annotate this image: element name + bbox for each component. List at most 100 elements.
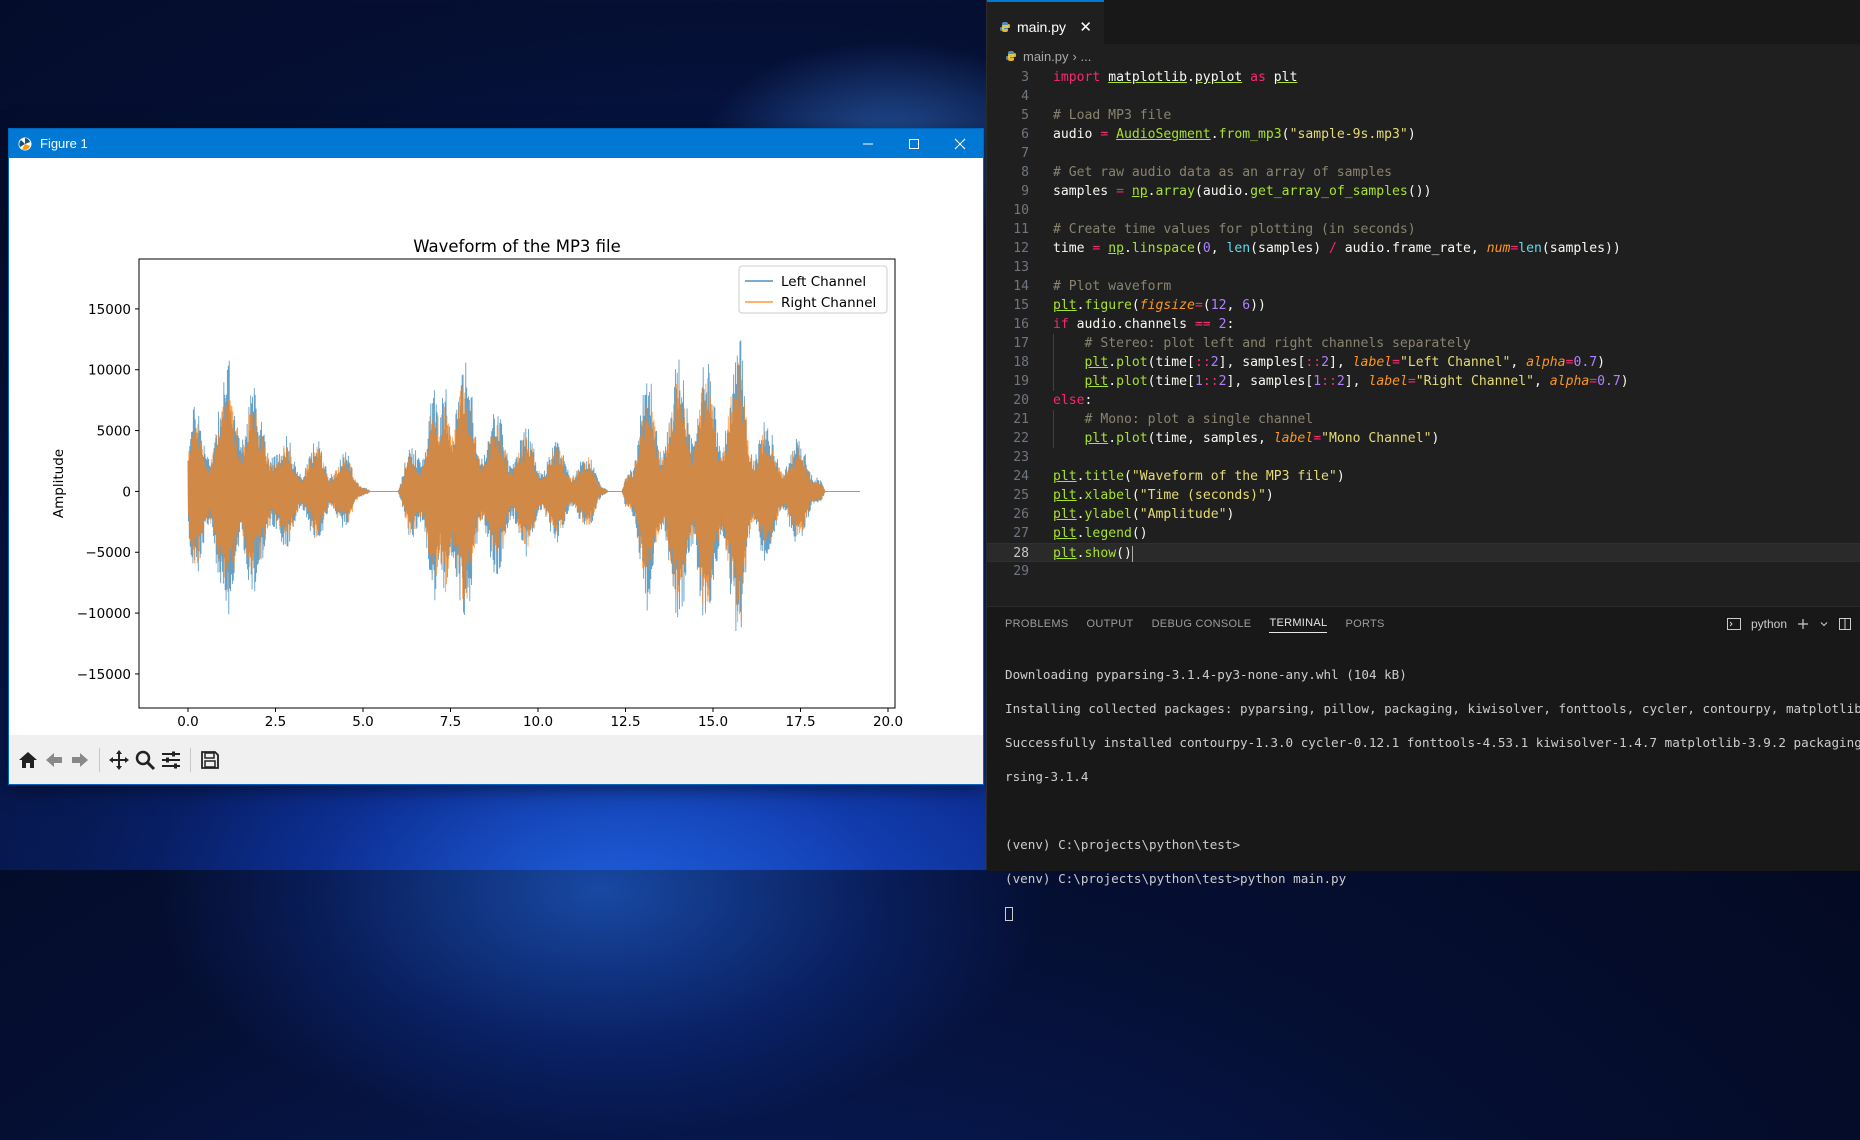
line-number: 17 (1013, 336, 1029, 351)
code-text: else: (1053, 393, 1093, 408)
code-line[interactable]: 22 plt.plot(time, samples, label="Mono C… (987, 429, 1860, 448)
plot-canvas[interactable]: Waveform of the MP3 file 0.0 2.5 5.0 7.5 10.0… (9, 158, 983, 735)
x-tick-label: 20.0 (873, 714, 903, 730)
line-number: 8 (1021, 165, 1029, 180)
line-number: 9 (1021, 184, 1029, 199)
code-line[interactable]: 29 (987, 562, 1860, 581)
chevron-down-icon[interactable] (1819, 619, 1829, 629)
code-text: # Stereo: plot left and right channels s… (1084, 336, 1471, 351)
code-line[interactable]: 28 plt.show() (987, 543, 1860, 562)
line-number: 5 (1021, 108, 1029, 123)
terminal-line: (venv) C:\projects\python\test>python ma… (1005, 871, 1347, 886)
line-number: 20 (1013, 393, 1029, 408)
code-line[interactable]: 4 (987, 87, 1860, 106)
figure-window: Figure 1 Waveform of the MP3 file 0.0 2.5 5… (8, 128, 984, 785)
tab-close-icon[interactable]: ✕ (1079, 18, 1092, 36)
save-icon (201, 750, 219, 769)
code-line[interactable]: 5 # Load MP3 file (987, 106, 1860, 125)
code-line[interactable]: 23 (987, 448, 1860, 467)
code-text: plt.plot(time[::2], samples[::2], label=… (1084, 355, 1605, 370)
code-line[interactable]: 7 (987, 144, 1860, 163)
code-editor[interactable]: 3 import matplotlib.pyplot as plt 4 5 # Load… (987, 66, 1860, 606)
split-terminal-icon[interactable] (1839, 618, 1851, 630)
line-number: 26 (1013, 507, 1029, 522)
line-number: 7 (1021, 146, 1029, 161)
x-tick-label: 2.5 (265, 714, 286, 730)
configure-subplots-button[interactable] (158, 746, 184, 774)
indent-guide (1053, 410, 1054, 448)
breadcrumb-separator[interactable]: › ... (1073, 49, 1092, 64)
code-text: time = np.linspace(0, len(samples) / aud… (1053, 241, 1621, 256)
code-line[interactable]: 16 if audio.channels == 2: (987, 315, 1860, 334)
code-text: import matplotlib.pyplot as plt (1053, 70, 1298, 85)
legend-label: Right Channel (781, 295, 876, 311)
code-text: plt.xlabel("Time (seconds)") (1053, 488, 1274, 503)
text-cursor (1131, 545, 1133, 562)
forward-button[interactable] (67, 746, 93, 774)
figure-titlebar[interactable]: Figure 1 (9, 129, 983, 158)
save-button[interactable] (197, 746, 223, 774)
x-tick-label: 5.0 (352, 714, 373, 730)
code-line[interactable]: 19 plt.plot(time[1::2], samples[1::2], l… (987, 372, 1860, 391)
line-number: 27 (1013, 526, 1029, 541)
maximize-button[interactable] (891, 129, 937, 158)
x-tick-label: 17.5 (785, 714, 815, 730)
code-text: samples = np.array(audio.get_array_of_sa… (1053, 184, 1432, 199)
tab-ports[interactable]: PORTS (1345, 618, 1384, 633)
code-line[interactable]: 26 plt.ylabel("Amplitude") (987, 505, 1860, 524)
tab-output[interactable]: OUTPUT (1087, 618, 1134, 633)
code-line[interactable]: 10 (987, 201, 1860, 220)
zoom-button[interactable] (132, 746, 158, 774)
code-text: plt.ylabel("Amplitude") (1053, 507, 1235, 522)
code-line[interactable]: 24 plt.title("Waveform of the MP3 file") (987, 467, 1860, 486)
toolbar-separator (99, 747, 100, 772)
python-file-icon (1000, 22, 1010, 32)
code-line[interactable]: 17 # Stereo: plot left and right channel… (987, 334, 1860, 353)
close-button[interactable] (937, 129, 983, 158)
code-line[interactable]: 14 # Plot waveform (987, 277, 1860, 296)
terminal-output[interactable]: Downloading pyparsing-3.1.4-py3-none-any… (1005, 649, 1860, 955)
code-line[interactable]: 18 plt.plot(time[::2], samples[::2], lab… (987, 353, 1860, 372)
code-line[interactable]: 20 else: (987, 391, 1860, 410)
code-line[interactable]: 21 # Mono: plot a single channel (987, 410, 1860, 429)
vscode-window: main.py ✕ main.py › ... 3 import matplotl… (986, 0, 1860, 921)
code-text: # Get raw audio data as an array of samp… (1053, 165, 1392, 180)
close-icon (954, 138, 966, 149)
breadcrumb-file[interactable]: main.py (1023, 49, 1069, 64)
line-number: 11 (1013, 222, 1029, 237)
code-line[interactable]: 8 # Get raw audio data as an array of sam… (987, 163, 1860, 182)
chart-title: Waveform of the MP3 file (413, 237, 621, 256)
code-text: plt.legend() (1053, 526, 1148, 541)
minimize-button[interactable] (845, 129, 891, 158)
new-terminal-icon[interactable] (1797, 618, 1809, 630)
terminal-name[interactable]: python (1751, 617, 1787, 631)
y-tick-label: −5000 (85, 545, 131, 561)
x-tick-label: 15.0 (698, 714, 728, 730)
back-button[interactable] (41, 746, 67, 774)
back-icon (46, 752, 62, 767)
tab-terminal[interactable]: TERMINAL (1269, 617, 1328, 633)
code-text: # Load MP3 file (1053, 108, 1172, 123)
code-line[interactable]: 6 audio = AudioSegment.from_mp3("sample-9… (987, 125, 1860, 144)
pan-button[interactable] (106, 746, 132, 774)
code-line[interactable]: 9 samples = np.array(audio.get_array_of_s… (987, 182, 1860, 201)
code-text: # Plot waveform (1053, 279, 1172, 294)
code-line[interactable]: 3 import matplotlib.pyplot as plt (987, 68, 1860, 87)
x-tick-label: 0.0 (177, 714, 198, 730)
line-number: 21 (1013, 412, 1029, 427)
matplotlib-logo-icon (18, 137, 32, 150)
y-axis-label: Amplitude (51, 449, 67, 518)
terminal-line: Installing collected packages: pyparsing… (1005, 701, 1860, 716)
code-line[interactable]: 12 time = np.linspace(0, len(samples) / a… (987, 239, 1860, 258)
home-button[interactable] (15, 746, 41, 774)
tab-debug-console[interactable]: DEBUG CONSOLE (1152, 618, 1252, 633)
y-tick-label: 15000 (88, 302, 131, 318)
tab-problems[interactable]: PROBLEMS (1005, 618, 1069, 633)
code-line[interactable]: 15 plt.figure(figsize=(12, 6)) (987, 296, 1860, 315)
code-line[interactable]: 25 plt.xlabel("Time (seconds)") (987, 486, 1860, 505)
code-line[interactable]: 11 # Create time values for plotting (in … (987, 220, 1860, 239)
code-line[interactable]: 13 (987, 258, 1860, 277)
code-text: plt.figure(figsize=(12, 6)) (1053, 298, 1266, 313)
code-line[interactable]: 27 plt.legend() (987, 524, 1860, 543)
